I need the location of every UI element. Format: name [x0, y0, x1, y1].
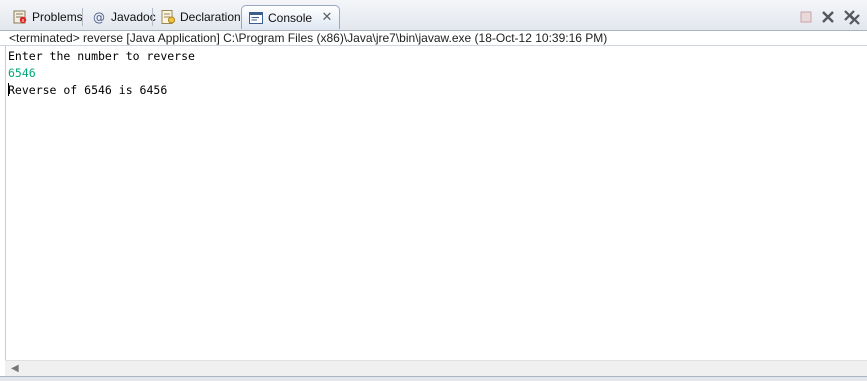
- console-line-result: Reverse of 6546 is 6456: [8, 83, 168, 97]
- remove-all-terminated-icon: [843, 9, 860, 25]
- horizontal-scrollbar[interactable]: ◀: [5, 360, 867, 376]
- view-bottom-border: [0, 376, 867, 381]
- tab-declaration-label: Declaration: [180, 10, 241, 24]
- tab-separator: [152, 8, 153, 26]
- remove-launch-icon: [820, 9, 836, 25]
- declaration-icon: [160, 9, 176, 25]
- terminate-icon: [798, 9, 814, 25]
- svg-text:x: x: [22, 18, 25, 24]
- remove-launch-button[interactable]: [820, 9, 836, 25]
- console-status-line: <terminated> reverse [Java Application] …: [0, 31, 867, 46]
- console-output[interactable]: Enter the number to reverse 6546 Reverse…: [0, 46, 867, 360]
- problems-icon: x: [12, 9, 28, 25]
- view-tab-bar: x Problems @ Javadoc Declaration Console…: [0, 0, 867, 31]
- console-line-prompt: Enter the number to reverse: [8, 49, 195, 63]
- terminate-button[interactable]: [798, 9, 814, 25]
- tab-console[interactable]: Console ✕: [241, 5, 340, 29]
- svg-text:@: @: [93, 11, 105, 25]
- console-icon: [248, 10, 264, 26]
- tab-javadoc-label: Javadoc: [111, 10, 156, 24]
- tab-separator: [82, 8, 83, 26]
- at-icon: @: [91, 9, 107, 25]
- console-left-border: [5, 46, 6, 376]
- tab-problems[interactable]: x Problems: [6, 5, 87, 29]
- remove-all-terminated-button[interactable]: [843, 9, 860, 25]
- console-line-input: 6546: [8, 66, 36, 80]
- tab-problems-label: Problems: [32, 10, 83, 24]
- text-caret: [8, 83, 9, 96]
- tab-javadoc[interactable]: @ Javadoc: [85, 5, 160, 29]
- close-icon[interactable]: ✕: [321, 10, 333, 23]
- tab-declaration[interactable]: Declaration: [154, 5, 245, 29]
- tab-console-label: Console: [268, 10, 313, 25]
- scroll-left-icon[interactable]: ◀: [11, 363, 19, 374]
